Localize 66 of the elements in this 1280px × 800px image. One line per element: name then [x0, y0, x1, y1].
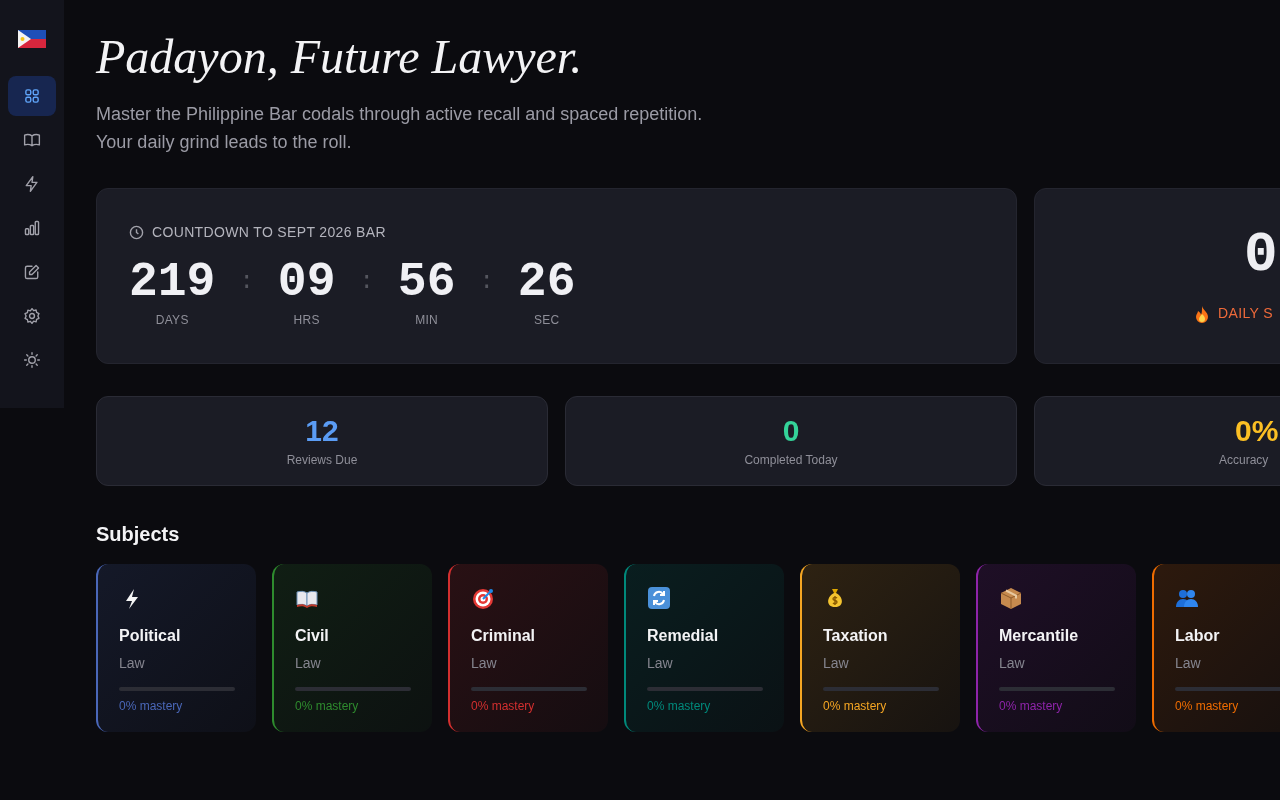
stat-label: Accuracy	[1219, 452, 1269, 469]
stat-value: 12	[305, 413, 339, 449]
countdown-value: 219	[129, 257, 216, 307]
subject-name: Criminal	[471, 626, 536, 646]
mastery-text: 0% mastery	[999, 698, 1064, 715]
bar-chart-icon	[23, 219, 41, 237]
clock-icon	[129, 225, 144, 240]
target-icon	[471, 586, 495, 610]
mastery-text: 0% mastery	[295, 698, 360, 715]
streak-count: 0	[1244, 225, 1278, 285]
flame-icon	[1194, 304, 1210, 323]
dashboard-icon	[23, 87, 41, 105]
subject-name: Labor	[1175, 626, 1221, 646]
countdown-unit-label: MIN	[415, 312, 439, 329]
settings-icon	[23, 307, 41, 325]
subject-card[interactable]: Remedial Law 0% mastery	[624, 564, 784, 732]
countdown-unit-label: DAYS	[155, 312, 189, 329]
stat-value: 0	[782, 413, 800, 449]
mastery-text: 0% mastery	[119, 698, 184, 715]
package-icon	[999, 586, 1023, 610]
sidebar-nav-item[interactable]	[8, 76, 56, 116]
subject-name: Remedial	[647, 626, 720, 646]
subject-card[interactable]: Political Law 0% mastery	[96, 564, 256, 732]
subject-name: Taxation	[823, 626, 889, 646]
subject-name: Civil	[295, 626, 330, 646]
countdown-unit-label: HRS	[293, 312, 320, 329]
countdown-unit-label: SEC	[533, 312, 560, 329]
countdown-value: 09	[277, 257, 336, 307]
subject-card[interactable]: Labor Law 0% mastery	[1152, 564, 1280, 732]
subject-card[interactable]: Criminal Law 0% mastery	[448, 564, 608, 732]
separator-text: :	[478, 267, 495, 297]
countdown-value: 26	[517, 257, 576, 307]
stat-label: Reviews Due	[286, 452, 358, 469]
flag-icon	[18, 28, 46, 50]
subject-name: Mercantile	[999, 626, 1080, 646]
sun-icon	[23, 351, 41, 369]
subject-card[interactable]: Taxation Law 0% mastery	[800, 564, 960, 732]
book-icon	[23, 131, 41, 149]
mastery-text: 0% mastery	[1175, 698, 1240, 715]
subject-subtitle: Law	[1175, 654, 1202, 673]
streak-label: DAILY S	[1218, 304, 1273, 323]
stat-label: Completed Today	[744, 452, 838, 469]
mastery-text: 0% mastery	[471, 698, 536, 715]
subject-card[interactable]: Civil Law 0% mastery	[272, 564, 432, 732]
separator-text: :	[358, 267, 375, 297]
subject-subtitle: Law	[823, 654, 850, 673]
page-title: Padayon, Future Lawyer.	[96, 32, 584, 82]
subtitle-text: Your daily grind leads to the roll.	[96, 131, 353, 154]
countdown-heading: COUNTDOWN TO SEPT 2026 BAR	[152, 223, 386, 242]
subject-subtitle: Law	[647, 654, 674, 673]
section-heading: Subjects	[96, 522, 181, 547]
subject-subtitle: Law	[999, 654, 1026, 673]
subject-name: Political	[119, 626, 182, 646]
countdown-value: 56	[397, 257, 456, 307]
separator-text: :	[238, 267, 255, 297]
mastery-text: 0% mastery	[647, 698, 712, 715]
subject-card[interactable]: Mercantile Law 0% mastery	[976, 564, 1136, 732]
lightning-icon	[23, 175, 41, 193]
subject-subtitle: Law	[295, 654, 322, 673]
subtitle-text: Master the Philippine Bar codals through active recall and spaced repetition.	[96, 103, 704, 126]
edit-icon	[23, 263, 41, 281]
stat-value: 0%	[1235, 413, 1279, 449]
subject-subtitle: Law	[119, 654, 146, 673]
mastery-text: 0% mastery	[823, 698, 888, 715]
arrows-cycle-icon	[647, 586, 671, 610]
subject-subtitle: Law	[471, 654, 498, 673]
